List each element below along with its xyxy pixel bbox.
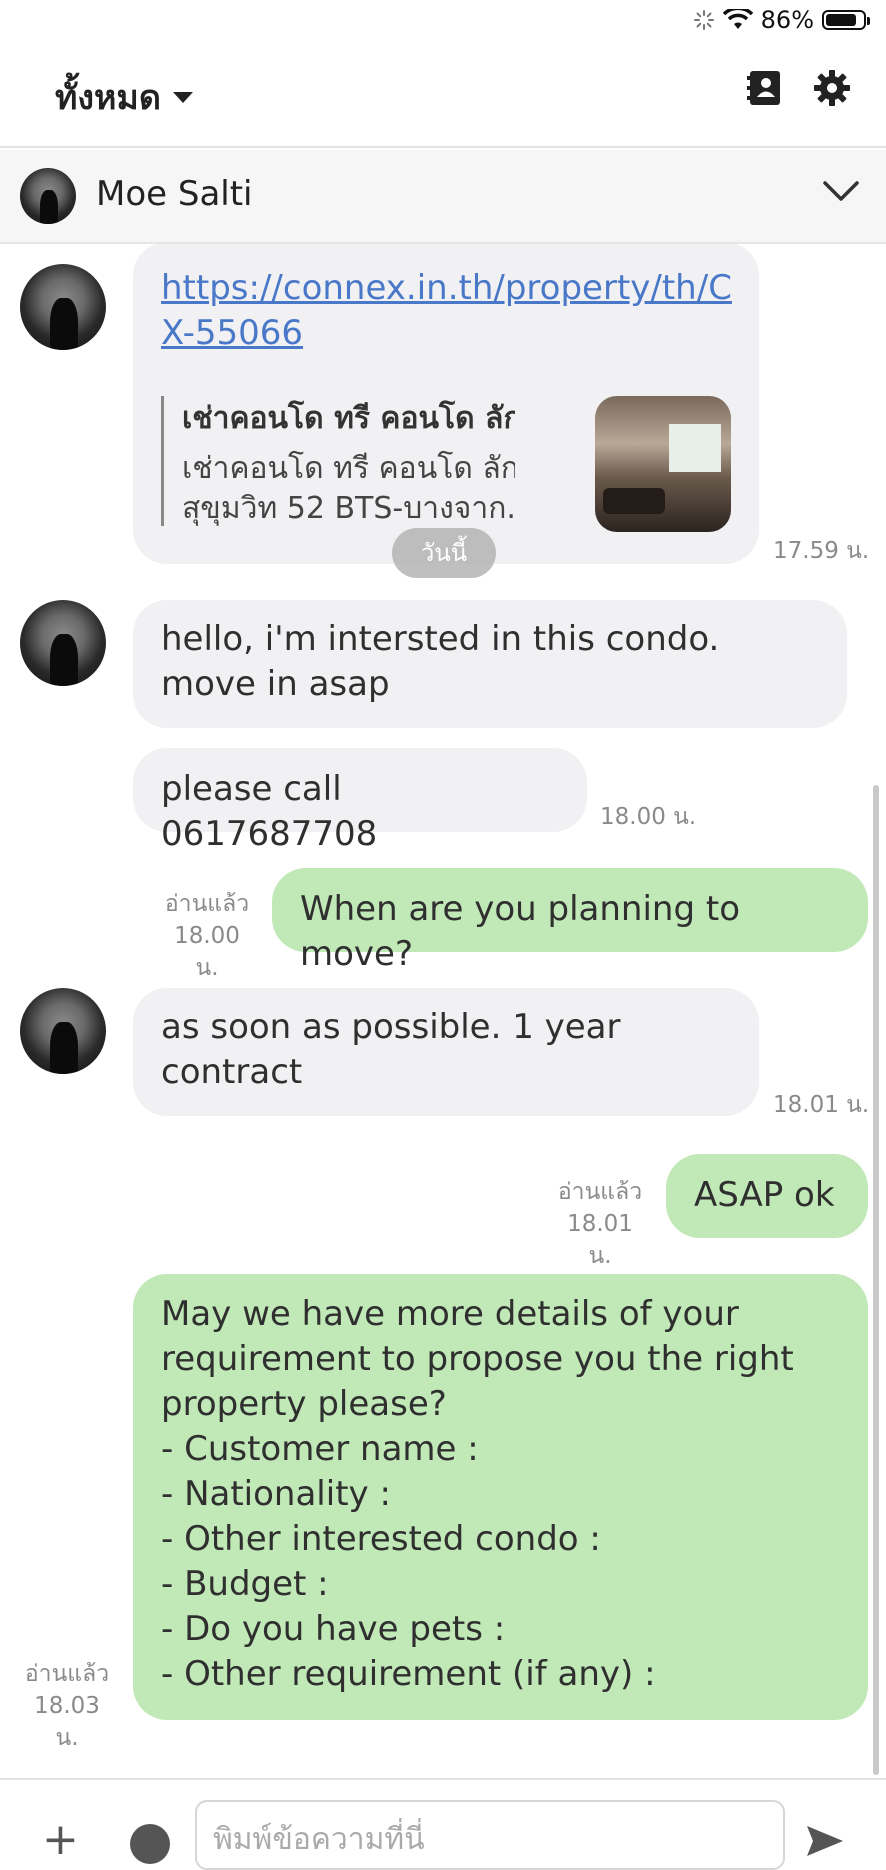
message-bubble[interactable]: as soon as possible. 1 year contract xyxy=(133,988,759,1116)
message-input-bar: + พิมพ์ข้อความที่นี่ xyxy=(0,1778,886,1870)
emoji-icon[interactable] xyxy=(130,1824,170,1864)
date-separator: วันนี้ xyxy=(392,528,496,578)
status-indicators: 86% xyxy=(693,6,870,34)
message-line: - Budget : xyxy=(161,1564,329,1604)
link-preview-bubble[interactable]: https://connex.in.th/property/th/C X-5506… xyxy=(133,244,759,564)
contacts-icon[interactable] xyxy=(745,68,785,108)
sender-avatar[interactable] xyxy=(20,264,106,350)
message-line: - Do you have pets : xyxy=(161,1609,506,1649)
message-bubble[interactable]: please call 0617687708 xyxy=(133,748,587,854)
wifi-icon xyxy=(722,9,753,29)
filter-dropdown[interactable]: ทั้งหมด xyxy=(55,70,193,124)
message-bubble[interactable]: When are you planning to move? xyxy=(272,868,868,974)
message-line: requirement to propose you the right xyxy=(161,1339,794,1379)
scrollbar[interactable] xyxy=(873,785,879,1775)
message-line: property please? xyxy=(161,1384,447,1424)
battery-icon xyxy=(822,10,870,30)
message-line: - Customer name : xyxy=(161,1429,479,1469)
loading-spinner-icon xyxy=(693,10,714,30)
sender-avatar[interactable] xyxy=(20,988,106,1074)
plus-icon[interactable]: + xyxy=(42,1818,79,1862)
chat-contact-bar[interactable]: Moe Salti xyxy=(0,150,886,244)
read-receipt: อ่านแล้ว 18.01 น. xyxy=(557,1179,643,1269)
chat-list-header: ทั้งหมด xyxy=(0,40,886,148)
message-line: May we have more details of your xyxy=(161,1294,739,1334)
read-receipt: อ่านแล้ว 18.00 น. xyxy=(164,891,250,981)
message-line: - Other requirement (if any) : xyxy=(161,1654,656,1694)
message-bubble[interactable]: May we have more details of your require… xyxy=(133,1274,868,1720)
message-bubble[interactable]: hello, i'm intersted in this condo. move… xyxy=(133,600,847,728)
message-time: 18.01 น. xyxy=(773,1092,870,1118)
message-time: 17.59 น. xyxy=(773,538,870,564)
caret-down-icon xyxy=(172,91,193,103)
message-line: - Other interested condo : xyxy=(161,1519,601,1559)
sender-avatar[interactable] xyxy=(20,600,106,686)
send-icon[interactable] xyxy=(805,1824,845,1858)
link-preview-card[interactable]: เช่าคอนโด ทรี คอนโด ลัก... เช่าคอนโด ทรี… xyxy=(161,396,515,526)
preview-description: เช่าคอนโด ทรี คอนโด ลักซ์ สุขุมวิท 52 BTS… xyxy=(182,451,515,526)
preview-thumbnail[interactable] xyxy=(595,396,731,532)
preview-title: เช่าคอนโด ทรี คอนโด ลัก... xyxy=(182,401,515,436)
gear-icon[interactable] xyxy=(812,68,852,108)
message-list[interactable]: https://connex.in.th/property/th/C X-5506… xyxy=(0,244,886,1779)
message-input[interactable]: พิมพ์ข้อความที่นี่ xyxy=(195,1800,785,1870)
property-link[interactable]: https://connex.in.th/property/th/C X-5506… xyxy=(161,268,732,353)
chevron-down-icon[interactable] xyxy=(822,180,860,204)
read-receipt: อ่านแล้ว 18.03 น. xyxy=(24,1661,110,1751)
status-bar: 86% xyxy=(0,0,886,40)
message-line: - Nationality : xyxy=(161,1474,391,1514)
filter-label: ทั้งหมด xyxy=(55,78,161,118)
message-bubble[interactable]: ASAP ok xyxy=(666,1154,868,1238)
message-time: 18.00 น. xyxy=(600,804,697,830)
contact-name: Moe Salti xyxy=(96,174,253,214)
contact-avatar[interactable] xyxy=(20,168,76,224)
battery-percent: 86% xyxy=(760,6,814,34)
